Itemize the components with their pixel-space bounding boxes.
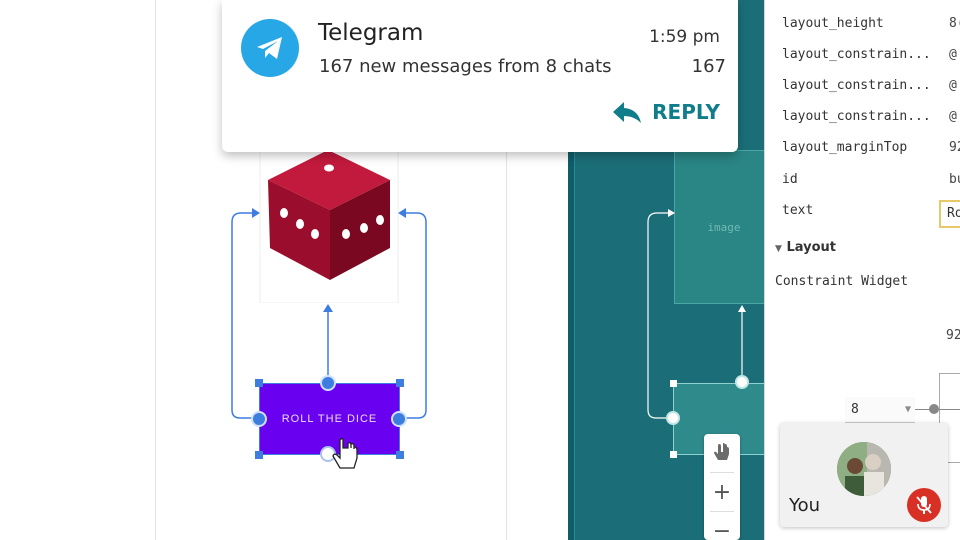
attr-name: layout_constrain...: [782, 47, 931, 62]
zoom-out-button[interactable]: −: [704, 512, 740, 540]
mic-off-icon: [916, 496, 932, 514]
layout-section-title: Layout: [786, 240, 836, 255]
attr-name: layout_height: [782, 16, 884, 31]
margin-select-value: 8: [851, 402, 859, 417]
attr-value[interactable]: @: [949, 107, 957, 127]
chevron-down-icon: ▼: [775, 244, 782, 254]
bp-handle-bl[interactable]: [670, 451, 677, 458]
pan-button[interactable]: [704, 434, 740, 472]
attr-name: text: [782, 203, 814, 218]
constraint-knob[interactable]: [929, 404, 939, 414]
reply-button[interactable]: REPLY: [612, 100, 720, 124]
margin-top-value[interactable]: 92: [946, 328, 960, 343]
zoom-out-icon: −: [712, 518, 732, 540]
hand-icon: [714, 443, 729, 460]
anchor-right[interactable]: [391, 411, 407, 427]
attr-value[interactable]: bu: [949, 170, 960, 190]
telegram-notification[interactable]: Telegram 1:59 pm 167 new messages from 8…: [222, 0, 738, 152]
notification-time: 1:59 pm: [649, 27, 720, 47]
attr-name: layout_constrain...: [782, 78, 931, 93]
screen: ROLL THE DICE image + − layout_height 8 …: [0, 0, 960, 540]
resize-handle-tl[interactable]: [255, 379, 263, 387]
resize-handle-br[interactable]: [396, 451, 404, 459]
dice-image[interactable]: [258, 140, 400, 304]
constraint-widget-title: Constraint Widget: [775, 274, 909, 289]
attr-value[interactable]: @: [949, 45, 957, 65]
blueprint-image-label: image: [707, 220, 741, 234]
bp-anchor-left[interactable]: [666, 411, 680, 425]
anchor-top[interactable]: [320, 375, 336, 391]
avatar: [837, 442, 891, 496]
bp-anchor-top[interactable]: [735, 375, 749, 389]
self-video-tile[interactable]: You: [780, 423, 948, 527]
attr-value[interactable]: 8(: [949, 14, 960, 34]
reply-label: REPLY: [652, 100, 720, 124]
telegram-icon: [241, 19, 299, 77]
zoom-controls: + −: [704, 434, 740, 540]
anchor-bottom[interactable]: [320, 446, 336, 462]
attr-name: layout_marginTop: [782, 140, 908, 155]
anchor-left[interactable]: [251, 411, 267, 427]
bp-handle-tl[interactable]: [670, 380, 677, 387]
notification-count: 167: [691, 56, 726, 77]
mic-muted-button[interactable]: [907, 488, 941, 522]
self-name-label: You: [789, 495, 821, 516]
layout-section-header[interactable]: ▼ Layout: [775, 238, 836, 258]
resize-handle-tr[interactable]: [396, 379, 404, 387]
text-attr-input[interactable]: Ro: [939, 200, 960, 228]
resize-handle-bl[interactable]: [255, 451, 263, 459]
attr-value[interactable]: @: [949, 76, 957, 96]
attr-name: id: [782, 172, 798, 187]
zoom-in-button[interactable]: +: [704, 473, 740, 511]
dice-icon: [259, 147, 399, 304]
margin-select[interactable]: 8 ▼: [845, 397, 915, 423]
attr-value[interactable]: 92: [949, 138, 960, 158]
zoom-in-icon: +: [712, 479, 732, 505]
selection-box: [259, 383, 400, 455]
notification-app-name: Telegram: [318, 20, 424, 46]
blueprint-image-widget[interactable]: image: [674, 150, 774, 304]
attr-name: layout_constrain...: [782, 109, 931, 124]
dropdown-arrow-icon: ▼: [904, 404, 911, 415]
reply-icon: [613, 102, 642, 123]
notification-message: 167 new messages from 8 chats: [319, 56, 612, 77]
